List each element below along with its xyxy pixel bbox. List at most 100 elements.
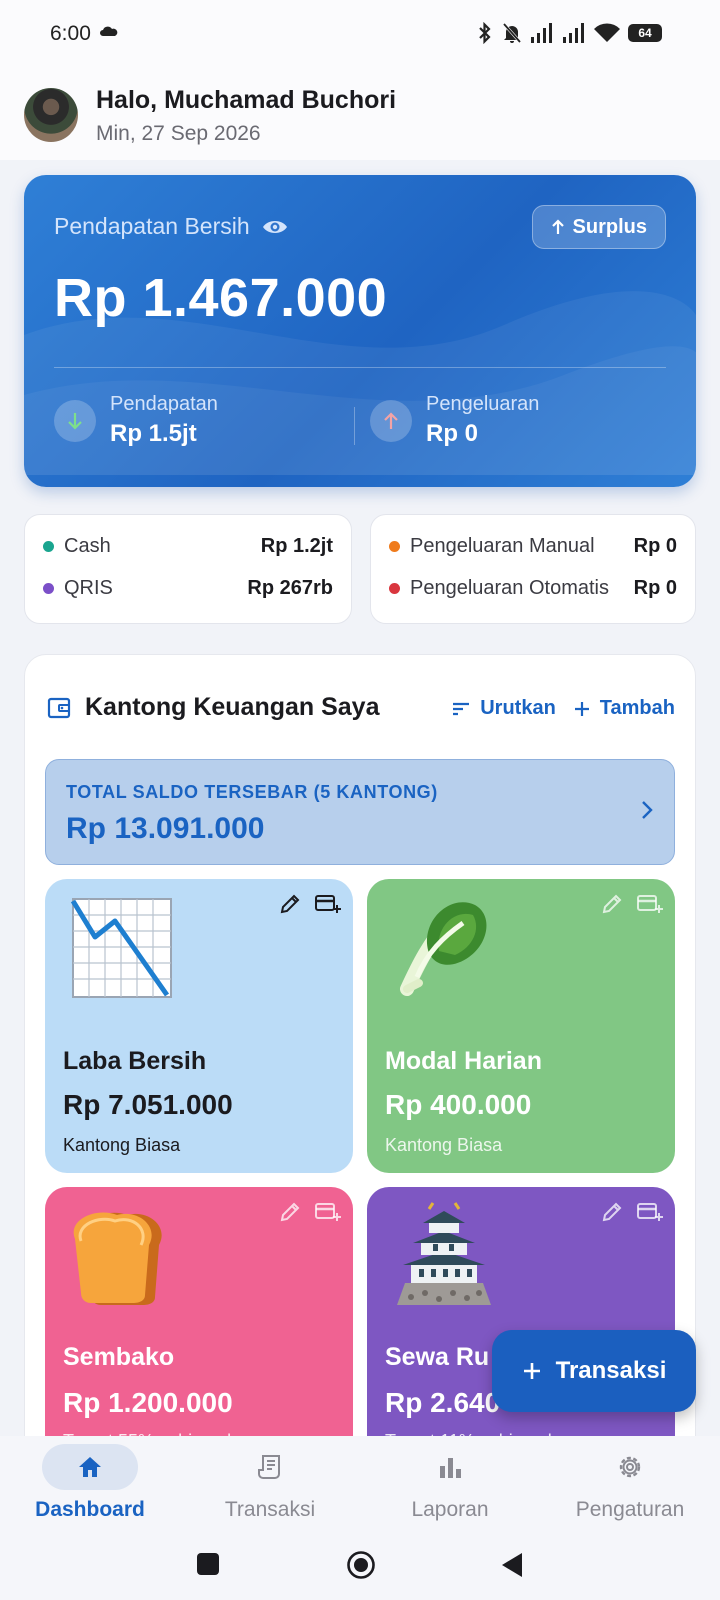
- receipt-icon: [258, 1455, 280, 1479]
- nav-pill: [222, 1444, 318, 1490]
- net-income-card: Pendapatan Bersih Surplus Rp 1.467.000 P…: [24, 175, 696, 487]
- edit-icon[interactable]: [279, 893, 301, 915]
- pocket-type: Kantong Biasa: [63, 1135, 181, 1155]
- plus-icon: [523, 1363, 540, 1379]
- summary-row-auto-expense: Pengeluaran Otomatis Rp 0: [389, 567, 677, 609]
- payment-method-summary: Cash Rp 1.2jt QRIS Rp 267rb: [24, 514, 352, 624]
- pocket-name: Laba Bersih: [63, 1047, 207, 1075]
- pockets-actions: Urutkan Tambah: [452, 697, 675, 720]
- expense-stat: Pengeluaran Rp 0: [370, 393, 539, 448]
- battery-indicator: 64: [628, 24, 662, 42]
- sort-label: Urutkan: [480, 697, 556, 719]
- nav-label: Transaksi: [224, 1498, 316, 1521]
- total-balance-amount: Rp 13.091.000: [66, 812, 265, 845]
- total-balance-label: TOTAL SALDO TERSEBAR (5 KANTONG): [66, 782, 438, 802]
- nav-item-pengaturan[interactable]: Pengaturan: [540, 1436, 720, 1536]
- nav-pill: [402, 1444, 498, 1490]
- auto-expense-label: Pengeluaran Otomatis: [410, 576, 610, 599]
- summary-row-manual-expense: Pengeluaran Manual Rp 0: [389, 525, 677, 567]
- auto-expense-value: Rp 0: [633, 576, 677, 599]
- pocket-amount: Rp 1.200.000: [63, 1387, 233, 1418]
- qris-label: QRIS: [64, 576, 113, 599]
- edit-icon[interactable]: [601, 1201, 623, 1223]
- pocket-card-laba-bersih[interactable]: Laba Bersih Rp 7.051.000 Kantong Biasa: [45, 879, 353, 1173]
- eye-icon[interactable]: [262, 218, 288, 236]
- signal-icon-1: [531, 23, 552, 43]
- nav-item-dashboard[interactable]: Dashboard: [0, 1436, 180, 1536]
- add-transaction-fab[interactable]: Transaksi: [492, 1330, 696, 1412]
- net-income-label: Pendapatan Bersih: [54, 213, 250, 239]
- income-label: Pendapatan: [110, 393, 218, 415]
- auto-expense-dot: [389, 582, 400, 594]
- add-card-icon[interactable]: [637, 893, 663, 915]
- pocket-name: Sembako: [63, 1343, 175, 1371]
- add-card-icon[interactable]: [315, 893, 341, 915]
- arrow-down-icon: [54, 399, 96, 442]
- income-value: Rp 1.5jt: [110, 420, 197, 447]
- sort-icon: [453, 702, 470, 715]
- summary-row-qris: QRIS Rp 267rb: [43, 567, 333, 609]
- add-card-icon[interactable]: [637, 1201, 663, 1223]
- pockets-title-row: Kantong Keuangan Saya: [47, 693, 380, 722]
- wifi-icon: [594, 23, 620, 42]
- pocket-card-modal-harian[interactable]: Modal Harian Rp 400.000 Kantong Biasa: [367, 879, 675, 1173]
- bar-chart-icon: [440, 1458, 461, 1478]
- nav-label: Laporan: [411, 1498, 489, 1521]
- surplus-badge[interactable]: Surplus: [531, 205, 666, 249]
- add-pocket-button[interactable]: Tambah: [574, 697, 675, 720]
- cloud-icon: [100, 26, 118, 36]
- hero-vertical-divider: [354, 407, 355, 445]
- status-time: 6:00: [50, 22, 91, 45]
- edit-icon[interactable]: [279, 1201, 301, 1223]
- expense-type-summary: Pengeluaran Manual Rp 0 Pengeluaran Otom…: [370, 514, 696, 624]
- cash-dot: [43, 540, 54, 552]
- total-balance-bar[interactable]: TOTAL SALDO TERSEBAR (5 KANTONG) Rp 13.0…: [45, 759, 675, 865]
- pocket-tools: [279, 1201, 341, 1223]
- net-income-header: Pendapatan Bersih: [54, 213, 288, 240]
- castle-icon: [397, 1202, 491, 1305]
- recents-button[interactable]: [196, 1552, 220, 1576]
- pocket-name: Modal Harian: [385, 1047, 542, 1075]
- back-button[interactable]: [500, 1552, 524, 1578]
- add-label: Tambah: [599, 697, 675, 719]
- home-button[interactable]: [346, 1550, 376, 1580]
- bottom-navigation: Dashboard Transaksi Laporan Pengaturan: [0, 1436, 720, 1536]
- expense-value: Rp 0: [426, 420, 479, 447]
- pocket-name: Sewa Ru: [385, 1343, 490, 1371]
- cash-value: Rp 1.2jt: [260, 534, 333, 557]
- wallet-icon: [47, 697, 71, 718]
- edit-icon[interactable]: [601, 893, 623, 915]
- summary-row-cash: Cash Rp 1.2jt: [43, 525, 333, 567]
- hero-divider: [54, 367, 666, 368]
- pocket-tools: [601, 893, 663, 915]
- manual-expense-value: Rp 0: [633, 534, 677, 557]
- avatar[interactable]: [24, 88, 78, 142]
- nav-item-laporan[interactable]: Laporan: [360, 1436, 540, 1536]
- nav-item-transaksi[interactable]: Transaksi: [180, 1436, 360, 1536]
- greeting: Halo, Muchamad Buchori: [96, 86, 397, 114]
- pocket-amount: Rp 2.640: [385, 1387, 501, 1418]
- income-stat: Pendapatan Rp 1.5jt: [54, 393, 218, 448]
- surplus-label: Surplus: [572, 215, 647, 238]
- add-card-icon[interactable]: [315, 1201, 341, 1223]
- chart-decreasing-icon: [70, 898, 172, 998]
- sort-button[interactable]: Urutkan: [452, 697, 556, 720]
- bok-choy-icon: [400, 902, 487, 996]
- arrow-up-icon: [551, 219, 564, 234]
- nav-pill: [42, 1444, 138, 1490]
- home-icon: [79, 1457, 101, 1477]
- expense-label: Pengeluaran: [426, 393, 540, 415]
- pocket-amount: Rp 400.000: [385, 1089, 532, 1120]
- pockets-title: Kantong Keuangan Saya: [85, 693, 380, 721]
- chevron-right-icon: [642, 801, 653, 819]
- cash-label: Cash: [64, 534, 111, 557]
- current-date: Min, 27 Sep 2026: [96, 122, 261, 145]
- bread-icon: [73, 1212, 162, 1305]
- signal-icon-2: [563, 23, 584, 43]
- pocket-tools: [279, 893, 341, 915]
- pocket-tools: [601, 1201, 663, 1223]
- nav-label: Pengaturan: [575, 1498, 685, 1521]
- arrow-up-icon: [370, 399, 412, 442]
- manual-expense-label: Pengeluaran Manual: [410, 534, 595, 557]
- status-bar: 6:00 64: [0, 0, 720, 70]
